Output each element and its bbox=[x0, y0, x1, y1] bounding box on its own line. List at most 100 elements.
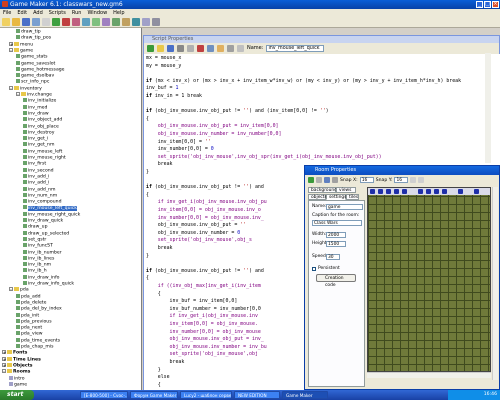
undo-icon[interactable] bbox=[187, 44, 194, 52]
wall-tile[interactable] bbox=[394, 189, 399, 194]
persistent-checkbox[interactable] bbox=[312, 267, 316, 271]
resource-tree[interactable]: draw_tip draw_tip_pos + menu - game game_stats… bbox=[0, 28, 142, 390]
wall-tile[interactable] bbox=[378, 189, 383, 194]
tree-item[interactable]: pda_delete bbox=[16, 299, 46, 306]
tree-item[interactable]: inv_draw bbox=[23, 110, 49, 117]
menu-help[interactable]: Help bbox=[113, 9, 124, 17]
menu-add[interactable]: Add bbox=[33, 9, 43, 17]
tree-item[interactable]: inv_ib_nm bbox=[23, 262, 51, 268]
wall-tile[interactable] bbox=[458, 189, 463, 194]
add-path-icon[interactable] bbox=[102, 18, 110, 26]
help-icon[interactable] bbox=[152, 18, 160, 26]
tree-item[interactable]: inv_second bbox=[23, 167, 54, 174]
tree-item[interactable]: inv_draw_info bbox=[23, 274, 60, 281]
copy-icon[interactable] bbox=[207, 44, 214, 52]
task-item[interactable]: [E-800-500] - Cvoc-... bbox=[80, 391, 128, 399]
shift-icon[interactable] bbox=[324, 177, 330, 183]
tree-item[interactable]: inv_ib_h bbox=[23, 268, 47, 274]
collapse-icon[interactable]: - bbox=[9, 287, 13, 292]
collapse-icon[interactable]: - bbox=[9, 47, 13, 52]
run-icon[interactable] bbox=[52, 18, 60, 26]
menu-file[interactable]: File bbox=[3, 9, 11, 17]
tree-item[interactable]: inv_obj_place bbox=[23, 123, 59, 130]
tree-item[interactable]: - inv.change bbox=[16, 92, 52, 98]
menu-run[interactable]: Run bbox=[72, 9, 82, 17]
tree-item[interactable]: inv_mouse_right_quick bbox=[23, 211, 80, 218]
snap-x-field[interactable]: 16 bbox=[359, 177, 374, 183]
wall-tile[interactable] bbox=[426, 189, 431, 194]
ok-check-icon[interactable] bbox=[147, 44, 154, 52]
wall-tile[interactable] bbox=[402, 189, 407, 194]
tree-item[interactable]: draw_up_selected bbox=[23, 230, 69, 237]
tree-item[interactable]: inv_get_nm bbox=[23, 142, 54, 148]
tree-item[interactable]: - game bbox=[9, 47, 33, 54]
add-object-icon[interactable] bbox=[132, 18, 140, 26]
expand-icon[interactable]: + bbox=[2, 362, 6, 367]
snap-y-field[interactable]: 16 bbox=[394, 177, 409, 183]
tab-backgrounds[interactable]: backgrounds bbox=[308, 187, 339, 193]
tree-item[interactable]: + Time Lines bbox=[2, 356, 41, 363]
tree-item[interactable]: set_qstr bbox=[23, 236, 46, 243]
find-icon[interactable] bbox=[227, 44, 234, 52]
tree-item[interactable]: inv_first bbox=[23, 161, 46, 167]
tree-item[interactable]: inv_add_i bbox=[23, 173, 49, 180]
tree-item[interactable]: pda_chap_mis bbox=[16, 344, 54, 350]
tree-item[interactable]: inv_ib_lines bbox=[23, 255, 54, 262]
undo-icon[interactable] bbox=[316, 177, 322, 183]
tree-item[interactable]: inv_funcST bbox=[23, 243, 53, 249]
tree-item[interactable]: inv_mouse_right bbox=[23, 155, 66, 161]
expand-icon[interactable]: + bbox=[9, 41, 13, 46]
add-background-icon[interactable] bbox=[92, 18, 100, 26]
tree-item[interactable]: inv_get_i bbox=[23, 136, 48, 142]
ok-check-icon[interactable] bbox=[308, 177, 314, 183]
tree-item[interactable]: inv_num_nm bbox=[23, 192, 57, 199]
tree-item[interactable]: draw_up bbox=[23, 224, 48, 230]
add-script-icon[interactable] bbox=[112, 18, 120, 26]
tree-item[interactable]: pda_previous bbox=[16, 318, 52, 325]
task-item[interactable]: Game Maker bbox=[282, 391, 328, 399]
wall-tile[interactable] bbox=[418, 189, 423, 194]
print-icon[interactable] bbox=[177, 44, 184, 52]
wall-tile[interactable] bbox=[370, 189, 375, 194]
tree-item[interactable]: inv_ib_number bbox=[23, 249, 62, 256]
tree-item[interactable]: + Objects bbox=[2, 362, 33, 369]
start-button[interactable]: start bbox=[0, 390, 34, 400]
tree-item[interactable]: inv_add_i bbox=[23, 180, 49, 186]
collapse-icon[interactable]: - bbox=[2, 369, 6, 374]
tree-item[interactable]: inv_object_add bbox=[23, 117, 62, 123]
tree-item[interactable]: - Rooms bbox=[2, 369, 30, 375]
tree-item[interactable]: inv_med bbox=[23, 104, 47, 111]
room-horizontal-scrollbar[interactable] bbox=[367, 372, 491, 378]
save-icon[interactable] bbox=[167, 44, 174, 52]
tree-item[interactable]: pda_init bbox=[16, 312, 39, 319]
room-vertical-scrollbar[interactable] bbox=[492, 187, 498, 380]
height-field[interactable]: 1500 bbox=[326, 241, 346, 247]
tree-item[interactable]: game bbox=[9, 381, 27, 388]
tree-item[interactable]: draw_tip_pos bbox=[16, 35, 51, 41]
tree-item[interactable]: intro bbox=[9, 375, 25, 382]
tree-item[interactable]: pda_del_by_index bbox=[16, 306, 62, 312]
tree-item[interactable]: inv_destroy bbox=[23, 129, 54, 136]
tree-item[interactable]: draw_tip bbox=[16, 29, 41, 35]
add-sound-icon[interactable] bbox=[82, 18, 90, 26]
width-field[interactable]: 2000 bbox=[326, 232, 346, 238]
task-item[interactable]: Lucy2 - шаблон сервер... bbox=[180, 391, 232, 399]
add-font-icon[interactable] bbox=[122, 18, 130, 26]
tree-item[interactable]: game_dsolbav bbox=[16, 73, 54, 79]
new-icon[interactable] bbox=[2, 18, 10, 26]
caption-field[interactable]: Class Wars bbox=[312, 220, 362, 226]
tree-item[interactable]: game_saveslot bbox=[16, 60, 55, 67]
cut-icon[interactable] bbox=[197, 44, 204, 52]
tree-item[interactable]: - inventory bbox=[9, 85, 42, 92]
paste-icon[interactable] bbox=[217, 44, 224, 52]
close-button[interactable]: × bbox=[492, 1, 499, 8]
clear-icon[interactable] bbox=[332, 177, 338, 183]
save-as-icon[interactable] bbox=[32, 18, 40, 26]
wall-tile[interactable] bbox=[434, 189, 439, 194]
task-item[interactable]: NEW EDITION bbox=[234, 391, 280, 399]
room-canvas[interactable] bbox=[367, 187, 491, 372]
menu-scripts[interactable]: Scripts bbox=[49, 9, 66, 17]
menu-window[interactable]: Window bbox=[87, 9, 107, 17]
expand-icon[interactable]: + bbox=[2, 356, 6, 361]
check-syntax-icon[interactable] bbox=[237, 44, 244, 52]
